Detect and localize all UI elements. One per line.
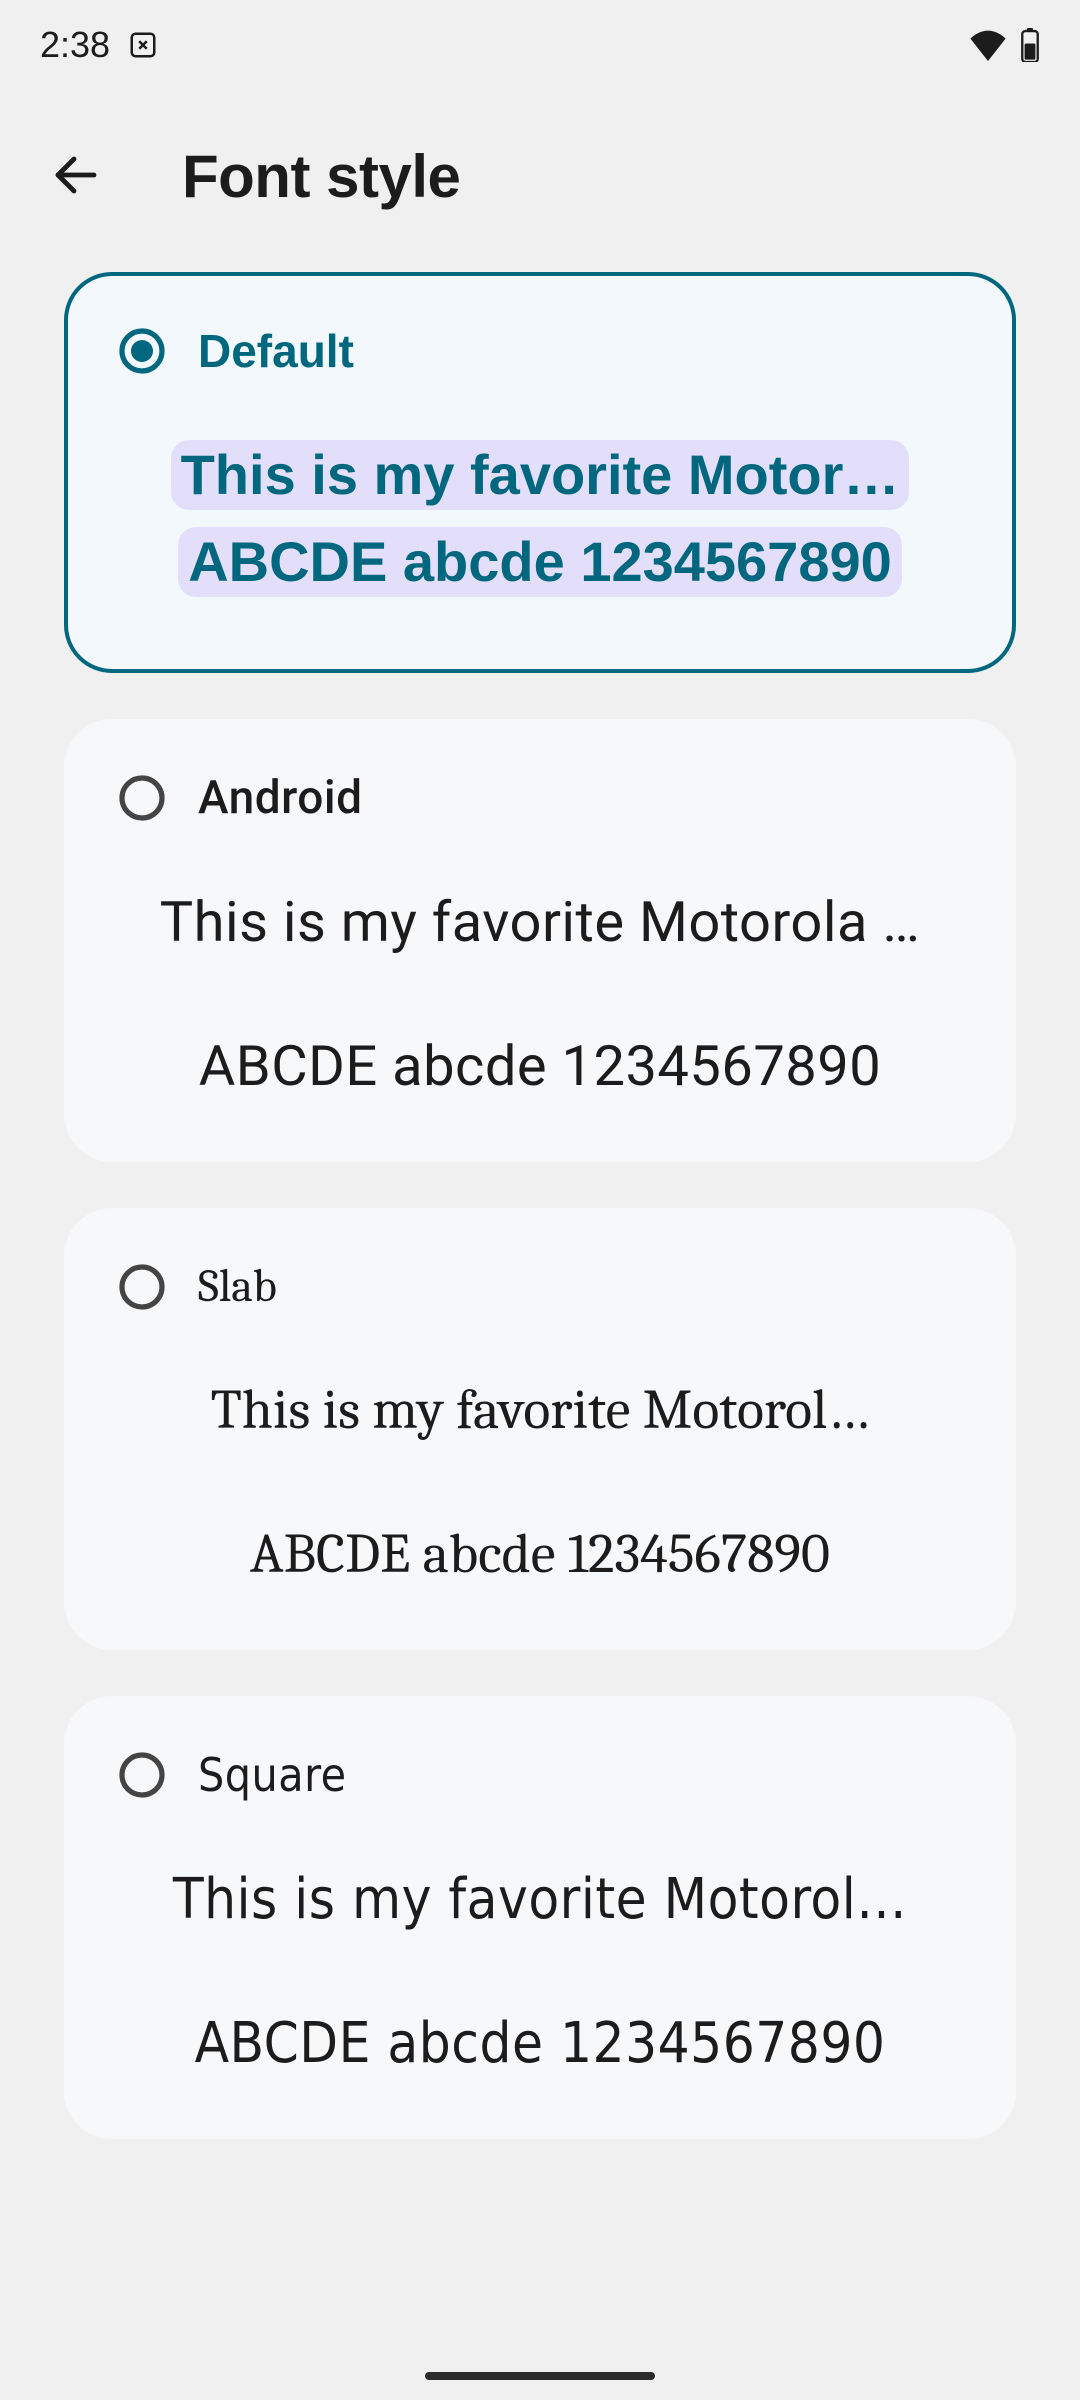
font-option-slab[interactable]: Slab This is my favorite Motorol… ABCDE … [64,1208,1016,1650]
battery-icon [1020,28,1040,62]
font-sample-line2: ABCDE abcde 1234567890 [178,527,902,597]
font-sample: This is my favorite Motorola … ABCDE abc… [118,887,962,1102]
status-time: 2:38 [40,24,110,66]
font-options-list: Default This is my favorite Motor… ABCDE… [0,272,1080,2139]
font-sample: This is my favorite Motorol… ABCDE abcde… [118,1375,962,1590]
font-sample-line2: ABCDE abcde 1234567890 [130,2008,950,2080]
font-option-default[interactable]: Default This is my favorite Motor… ABCDE… [64,272,1016,673]
font-option-label: Default [198,324,354,378]
arrow-left-icon [52,151,100,202]
radio-selected-icon [118,327,166,375]
font-sample-line1: This is my favorite Motor… [171,440,910,510]
font-sample-line2: ABCDE abcde 1234567890 [130,1031,950,1103]
page-header: Font style [0,90,1080,272]
font-option-label: Square [198,1748,347,1802]
page-title: Font style [182,142,460,211]
radio-unselected-icon [118,1751,166,1799]
navigation-handle[interactable] [425,2372,655,2380]
font-sample-line2: ABCDE abcde 1234567890 [130,1519,950,1591]
status-bar: 2:38 [0,0,1080,90]
font-sample-line1: This is my favorite Motorola … [130,887,950,959]
font-sample-line1: This is my favorite Motorol… [130,1375,950,1447]
wifi-icon [968,29,1008,61]
radio-unselected-icon [118,1263,166,1311]
font-sample-line1: This is my favorite Motorol… [130,1864,950,1936]
sync-error-icon [128,30,158,60]
font-option-label: Android [198,771,363,825]
back-button[interactable] [40,140,112,212]
font-sample: This is my favorite Motor… ABCDE abcde 1… [118,440,962,613]
radio-unselected-icon [118,774,166,822]
font-sample: This is my favorite Motorol… ABCDE abcde… [118,1864,962,2079]
font-option-square[interactable]: Square This is my favorite Motorol… ABCD… [64,1696,1016,2139]
font-option-android[interactable]: Android This is my favorite Motorola … A… [64,719,1016,1162]
font-option-label: Slab [198,1260,277,1313]
